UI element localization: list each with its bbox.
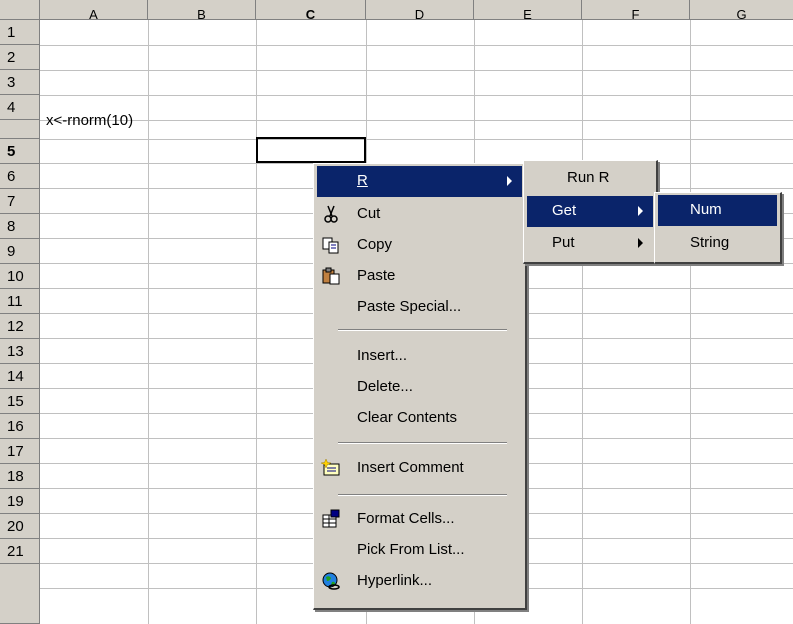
column-header-bar: A B C D E F G	[0, 0, 793, 20]
menu-item-insert[interactable]: Insert...	[317, 341, 522, 372]
menu-item-label: Paste	[357, 267, 396, 284]
column-header-d[interactable]: D	[366, 0, 474, 20]
get-submenu: Num String	[654, 192, 782, 264]
menu-item-get[interactable]: Get	[527, 196, 653, 227]
row-header-6[interactable]: 6	[0, 164, 40, 189]
menu-item-label: Run R	[567, 169, 610, 186]
menu-item-cut[interactable]: Cut	[317, 199, 522, 230]
menu-item-label: Hyperlink...	[357, 572, 433, 589]
cell-a4[interactable]: x<-rnorm(10)	[46, 112, 133, 129]
grid-line	[40, 120, 793, 121]
r-submenu: Run R Get Put	[523, 160, 658, 264]
grid-line	[582, 20, 583, 624]
grid-line	[148, 20, 149, 624]
scissors-icon	[324, 205, 338, 223]
menu-item-num[interactable]: Num	[658, 195, 777, 226]
row-header-13[interactable]: 13	[0, 339, 40, 364]
row-header-11[interactable]: 11	[0, 289, 40, 314]
menu-item-paste-special[interactable]: Paste Special...	[317, 292, 522, 323]
row-header-4[interactable]: 4	[0, 95, 40, 120]
row-header-2[interactable]: 2	[0, 45, 40, 70]
row-header-8[interactable]: 8	[0, 214, 40, 239]
row-header-4b	[0, 120, 40, 139]
format-cells-icon	[322, 509, 340, 528]
copy-icon	[322, 237, 339, 254]
menu-item-label: Paste Special...	[357, 298, 462, 315]
menu-item-label: String	[690, 234, 730, 251]
context-menu: R Cut Copy Paste Paste Special... Insert…	[313, 163, 527, 610]
grid-line	[40, 95, 793, 96]
menu-item-label: R	[357, 172, 368, 189]
menu-item-hyperlink[interactable]: Hyperlink...	[317, 566, 522, 597]
column-header-b[interactable]: B	[148, 0, 256, 20]
grid-line	[40, 45, 793, 46]
row-header-1[interactable]: 1	[0, 20, 40, 45]
hyperlink-icon	[322, 572, 340, 590]
menu-item-pick-from-list[interactable]: Pick From List...	[317, 535, 522, 566]
menu-item-label: Clear Contents	[357, 409, 458, 426]
grid-line	[690, 20, 691, 624]
menu-item-clear-contents[interactable]: Clear Contents	[317, 403, 522, 434]
menu-item-format-cells[interactable]: Format Cells...	[317, 504, 522, 535]
submenu-arrow-icon	[507, 176, 512, 186]
column-header-c[interactable]: C	[256, 0, 366, 20]
menu-item-string[interactable]: String	[658, 228, 777, 259]
grid-line	[40, 139, 793, 140]
menu-item-label: Get	[552, 202, 577, 219]
column-header-g[interactable]: G	[690, 0, 793, 20]
menu-item-label: Delete...	[357, 378, 413, 395]
paste-icon	[322, 267, 340, 285]
grid-line	[40, 70, 793, 71]
menu-item-delete[interactable]: Delete...	[317, 372, 522, 403]
row-header-18[interactable]: 18	[0, 464, 40, 489]
row-header-filler	[0, 564, 40, 624]
menu-item-label: Format Cells...	[357, 510, 455, 527]
menu-separator	[338, 442, 507, 444]
row-header-7[interactable]: 7	[0, 189, 40, 214]
comment-icon	[321, 458, 340, 476]
row-header-3[interactable]: 3	[0, 70, 40, 95]
menu-item-label: Num	[690, 201, 722, 218]
menu-item-run-r[interactable]: Run R	[527, 163, 653, 194]
row-header-15[interactable]: 15	[0, 389, 40, 414]
submenu-arrow-icon	[638, 206, 643, 216]
column-header-f[interactable]: F	[582, 0, 690, 20]
row-header-17[interactable]: 17	[0, 439, 40, 464]
row-header-19[interactable]: 19	[0, 489, 40, 514]
menu-item-r[interactable]: R	[317, 166, 522, 197]
row-header-16[interactable]: 16	[0, 414, 40, 439]
menu-item-label: Insert Comment	[357, 459, 464, 476]
selected-cell-c5[interactable]	[256, 137, 366, 163]
row-header-21[interactable]: 21	[0, 539, 40, 564]
row-header-12[interactable]: 12	[0, 314, 40, 339]
menu-item-label: Insert...	[357, 347, 408, 364]
submenu-arrow-icon	[638, 238, 643, 248]
row-header-5[interactable]: 5	[0, 139, 40, 164]
row-header-20[interactable]: 20	[0, 514, 40, 539]
menu-item-label: Put	[552, 234, 575, 251]
menu-separator	[338, 329, 507, 331]
column-header-a[interactable]: A	[40, 0, 148, 20]
row-header-10[interactable]: 10	[0, 264, 40, 289]
menu-item-label: Pick From List...	[357, 541, 465, 558]
menu-item-copy[interactable]: Copy	[317, 230, 522, 261]
menu-item-insert-comment[interactable]: Insert Comment	[317, 453, 522, 484]
menu-item-label: Cut	[357, 205, 381, 222]
menu-item-label: Copy	[357, 236, 393, 253]
column-header-e[interactable]: E	[474, 0, 582, 20]
grid-line	[256, 20, 257, 624]
row-header-9[interactable]: 9	[0, 239, 40, 264]
row-header-14[interactable]: 14	[0, 364, 40, 389]
menu-item-put[interactable]: Put	[527, 228, 653, 259]
select-all-corner[interactable]	[0, 0, 40, 20]
menu-separator	[338, 494, 507, 496]
menu-item-paste[interactable]: Paste	[317, 261, 522, 292]
